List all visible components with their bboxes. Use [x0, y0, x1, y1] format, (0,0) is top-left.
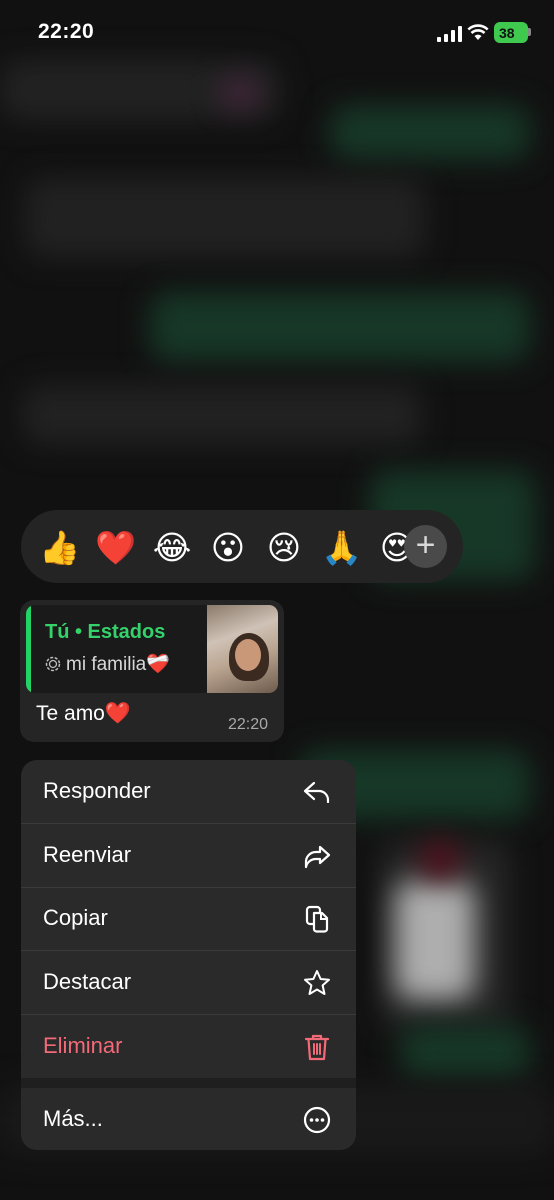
quote-accent-bar [26, 605, 31, 693]
reaction-bar: 👍 ❤️ 😂 😮 😢 🙏 😍 [21, 510, 463, 583]
message-context-menu: Responder Reenviar Copiar Destacar Elimi… [21, 760, 356, 1150]
status-time: 22:20 [38, 20, 95, 43]
reaction-laughing[interactable]: 😂 [152, 528, 192, 568]
menu-item-label: Destacar [43, 969, 132, 994]
reaction-crying[interactable]: 😢 [264, 528, 304, 568]
copy-icon [305, 905, 329, 933]
star-icon [304, 970, 330, 995]
menu-item-label: Más... [43, 1106, 103, 1131]
message-text: Te amo❤️ [36, 702, 132, 725]
quote-subtitle: mi familia❤️‍🩹 [66, 654, 170, 675]
menu-item-more[interactable]: Más... [21, 1088, 356, 1150]
message-time: 22:20 [227, 716, 268, 733]
reaction-surprised[interactable]: 😮 [208, 528, 248, 568]
menu-item-copy[interactable]: Copiar [21, 887, 356, 950]
cellular-signal-icon [437, 26, 462, 42]
battery-level: 38 [499, 25, 515, 41]
menu-item-label: Copiar [43, 905, 108, 930]
menu-item-label: Eliminar [43, 1033, 123, 1058]
battery-icon: 38 [494, 22, 532, 43]
trash-icon [304, 1034, 330, 1061]
menu-item-label: Responder [43, 778, 151, 803]
wifi-icon [467, 24, 489, 40]
message-bubble: Tú • Estados mi familia❤️‍🩹 Te amo❤️ 22:… [20, 600, 284, 742]
menu-item-reply[interactable]: Responder [21, 760, 356, 823]
reaction-heart[interactable]: ❤️ [95, 528, 136, 568]
reply-icon [303, 781, 330, 804]
status-ring-icon [45, 656, 61, 672]
menu-item-star[interactable]: Destacar [21, 951, 356, 1014]
quoted-status[interactable]: Tú • Estados mi familia❤️‍🩹 [26, 605, 278, 693]
more-reactions-button[interactable]: + [404, 525, 447, 568]
reaction-pray[interactable]: 🙏 [321, 528, 362, 568]
quote-title: Tú • Estados [45, 621, 166, 643]
menu-item-forward[interactable]: Reenviar [21, 824, 356, 887]
menu-item-label: Reenviar [43, 842, 132, 867]
quote-subtitle-row: mi familia❤️‍🩹 [45, 652, 170, 676]
forward-icon [304, 845, 331, 869]
reaction-thumbs-up[interactable]: 👍 [39, 528, 80, 568]
status-thumbnail [207, 605, 278, 693]
ellipsis-circle-icon [303, 1106, 331, 1134]
status-bar: 22:20 38 [0, 0, 554, 66]
menu-item-delete[interactable]: Eliminar [21, 1015, 356, 1078]
